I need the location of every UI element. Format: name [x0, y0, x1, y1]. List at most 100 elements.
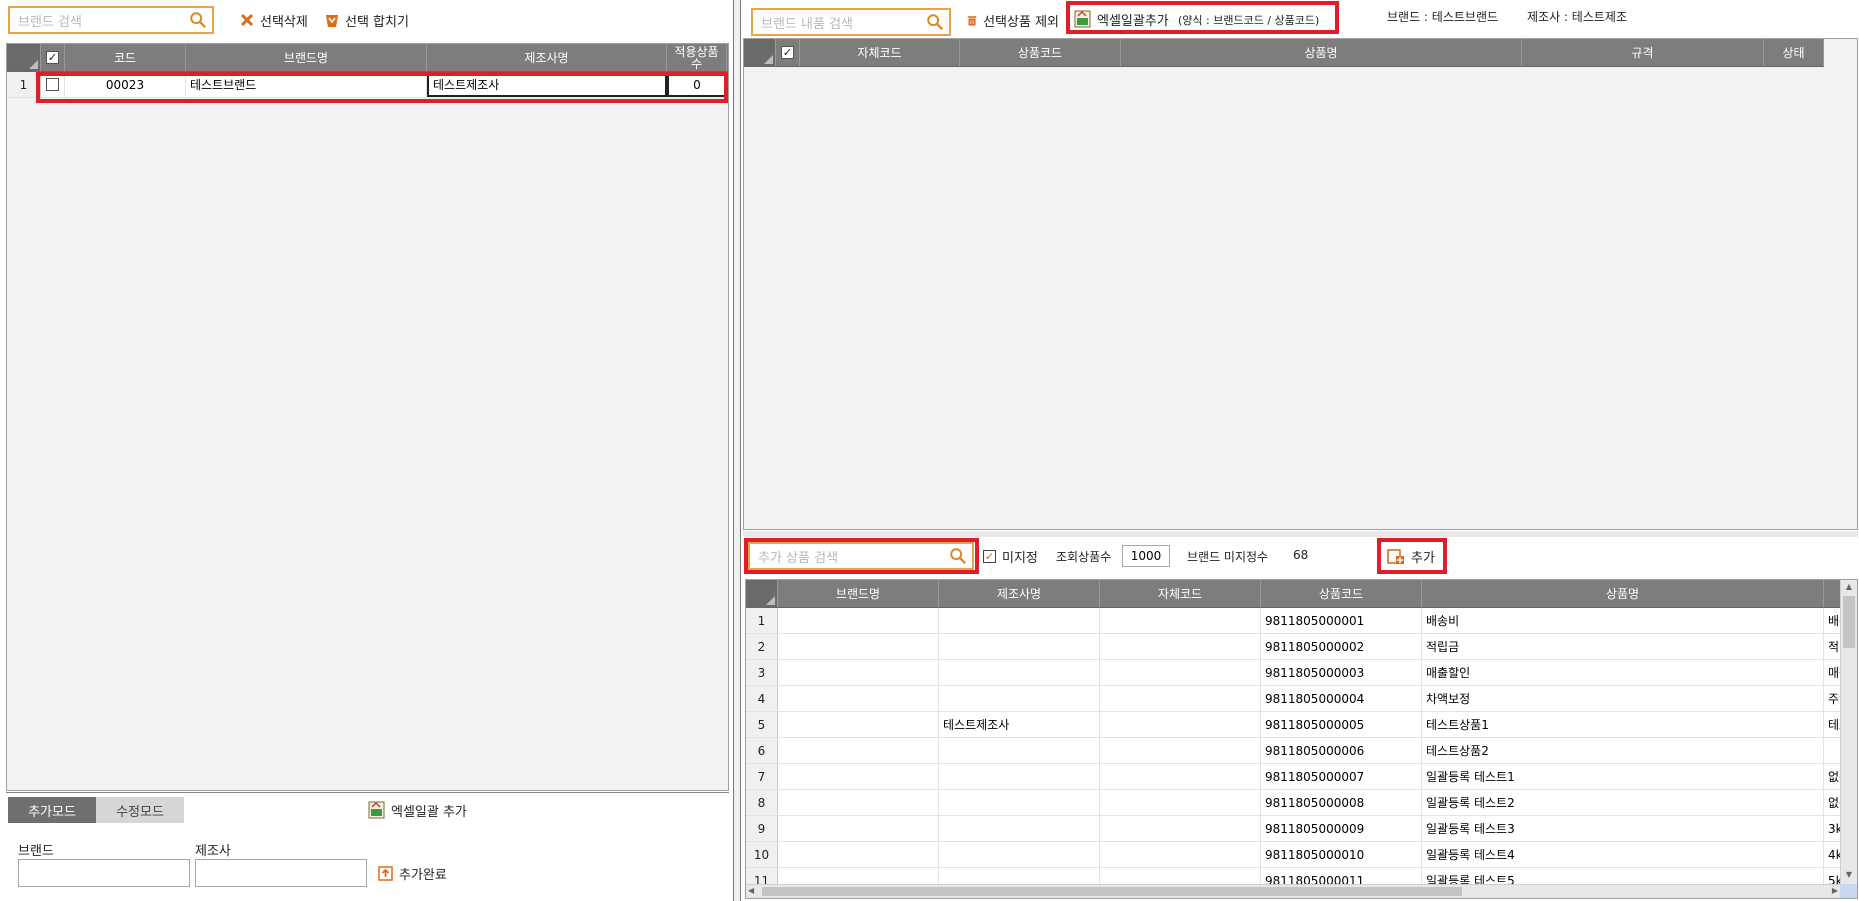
- add-button[interactable]: 추가: [1387, 545, 1435, 567]
- table-row[interactable]: 6 9811805000006 테스트상품2: [746, 738, 1857, 764]
- cell-maker-name[interactable]: [939, 660, 1100, 685]
- search-icon[interactable]: [189, 11, 207, 29]
- header-spec[interactable]: 규격: [1522, 39, 1764, 66]
- table-row[interactable]: 99811805000009일괄등록 테스트33kg: [746, 816, 1857, 842]
- add-complete-button[interactable]: 추가완료: [378, 862, 447, 884]
- merge-selected-button[interactable]: 선택 합치기: [325, 9, 409, 31]
- header-applied-count[interactable]: 적용상품수: [667, 44, 727, 71]
- cell-product-name[interactable]: 일괄등록 테스트3: [1422, 816, 1824, 841]
- cell-product-name[interactable]: 테스트상품1: [1422, 712, 1824, 737]
- cell-own-code[interactable]: [1100, 764, 1261, 789]
- cell-product-name[interactable]: 일괄등록 테스트1: [1422, 764, 1824, 789]
- cell-product-name[interactable]: 일괄등록 테스트4: [1422, 842, 1824, 867]
- unassigned-checkbox-toggle[interactable]: ✓ 미지정: [983, 545, 1038, 567]
- cell-brand-name[interactable]: [778, 686, 939, 711]
- cell-brand-name[interactable]: [778, 816, 939, 841]
- brand-search-input[interactable]: 브랜드 검색: [8, 6, 214, 34]
- select-all-checkbox-cell[interactable]: ✓: [41, 44, 65, 71]
- cell-maker-name[interactable]: [939, 816, 1100, 841]
- header-product-code[interactable]: 상품코드: [960, 39, 1121, 66]
- cell-applied-count[interactable]: 0: [667, 72, 727, 97]
- tab-edit-mode[interactable]: 수정모드: [96, 797, 184, 823]
- cell-brand-name[interactable]: [778, 608, 939, 633]
- cell-maker-name[interactable]: 테스트제조사: [427, 72, 667, 97]
- cell-maker-name[interactable]: [939, 764, 1100, 789]
- cell-product-name[interactable]: 적립금: [1422, 634, 1824, 659]
- cell-product-code[interactable]: 9811805000005: [1261, 712, 1422, 737]
- excel-bulk-add-products-button[interactable]: 엑셀일괄추가: [1074, 8, 1169, 30]
- select-all-checkbox[interactable]: ✓: [46, 51, 59, 64]
- row-checkbox[interactable]: [46, 78, 59, 91]
- brand-products-search-input[interactable]: 브랜드 내품 검색: [751, 8, 951, 36]
- query-count-input[interactable]: 1000: [1122, 545, 1170, 567]
- vertical-scroll-thumb[interactable]: [1843, 596, 1855, 648]
- maker-field[interactable]: [195, 859, 367, 887]
- excel-bulk-add-button[interactable]: 엑셀일괄 추가: [368, 799, 467, 821]
- header-status[interactable]: 상태: [1764, 39, 1824, 66]
- header-maker-name[interactable]: 제조사명: [427, 44, 667, 71]
- tab-add-mode[interactable]: 추가모드: [8, 797, 96, 823]
- cell-product-name[interactable]: 테스트상품2: [1422, 738, 1824, 763]
- table-row[interactable]: 39811805000003매출할인매출: [746, 660, 1857, 686]
- select-all-checkbox-cell[interactable]: ✓: [776, 39, 800, 66]
- cell-maker-name[interactable]: [939, 842, 1100, 867]
- cell-own-code[interactable]: [1100, 790, 1261, 815]
- cell-product-name[interactable]: 일괄등록 테스트2: [1422, 790, 1824, 815]
- cell-maker-name[interactable]: [939, 790, 1100, 815]
- table-row[interactable]: 29811805000002적립금적립: [746, 634, 1857, 660]
- cell-product-code[interactable]: 9811805000001: [1261, 608, 1422, 633]
- table-row[interactable]: 1 00023 테스트브랜드 테스트제조사 0: [7, 72, 728, 98]
- table-row[interactable]: 5테스트제조사9811805000005테스트상품1테스: [746, 712, 1857, 738]
- brand-field[interactable]: [18, 859, 190, 887]
- table-row[interactable]: 89811805000008일괄등록 테스트2없음: [746, 790, 1857, 816]
- cell-maker-name[interactable]: 테스트제조사: [939, 712, 1100, 737]
- cell-own-code[interactable]: [1100, 842, 1261, 867]
- header-brand-name[interactable]: 브랜드명: [778, 580, 939, 607]
- cell-maker-name[interactable]: [939, 738, 1100, 763]
- cell-product-code[interactable]: 9811805000008: [1261, 790, 1422, 815]
- header-brand-name[interactable]: 브랜드명: [186, 44, 427, 71]
- unassigned-checkbox[interactable]: ✓: [983, 549, 996, 563]
- header-own-code[interactable]: 자체코드: [1100, 580, 1261, 607]
- cell-product-code[interactable]: 9811805000004: [1261, 686, 1422, 711]
- cell-product-code[interactable]: 9811805000006: [1261, 738, 1422, 763]
- header-product-code[interactable]: 상품코드: [1261, 580, 1422, 607]
- cell-product-code[interactable]: 9811805000003: [1261, 660, 1422, 685]
- cell-maker-name[interactable]: [939, 608, 1100, 633]
- cell-product-code[interactable]: 9811805000002: [1261, 634, 1422, 659]
- add-products-search-input[interactable]: 추가 상품 검색: [748, 542, 974, 570]
- table-row[interactable]: 79811805000007일괄등록 테스트1없음: [746, 764, 1857, 790]
- cell-brand-name[interactable]: [778, 712, 939, 737]
- scroll-right-arrow-icon[interactable]: ▶: [1832, 886, 1838, 895]
- cell-own-code[interactable]: [1100, 686, 1261, 711]
- cell-product-name[interactable]: 차액보정: [1422, 686, 1824, 711]
- cell-product-code[interactable]: 9811805000009: [1261, 816, 1422, 841]
- table-row[interactable]: 109811805000010일괄등록 테스트44kg: [746, 842, 1857, 868]
- cell-maker-name[interactable]: [939, 686, 1100, 711]
- horizontal-scrollbar[interactable]: ◀ ▶: [746, 884, 1840, 898]
- cell-brand-name[interactable]: [778, 634, 939, 659]
- cell-own-code[interactable]: [1100, 816, 1261, 841]
- cell-brand-name[interactable]: 테스트브랜드: [186, 72, 427, 97]
- cell-product-code[interactable]: 9811805000007: [1261, 764, 1422, 789]
- header-product-name[interactable]: 상품명: [1121, 39, 1522, 66]
- cell-brand-name[interactable]: [778, 790, 939, 815]
- cell-own-code[interactable]: [1100, 712, 1261, 737]
- cell-code[interactable]: 00023: [65, 72, 186, 97]
- cell-brand-name[interactable]: [778, 738, 939, 763]
- exclude-selected-button[interactable]: 선택상품 제외: [967, 9, 1059, 31]
- table-row[interactable]: 19811805000001배송비배송: [746, 608, 1857, 634]
- cell-brand-name[interactable]: [778, 660, 939, 685]
- table-row[interactable]: 49811805000004차액보정주역: [746, 686, 1857, 712]
- cell-own-code[interactable]: [1100, 738, 1261, 763]
- vertical-splitter[interactable]: [743, 531, 1858, 537]
- cell-maker-name[interactable]: [939, 634, 1100, 659]
- cell-brand-name[interactable]: [778, 764, 939, 789]
- horizontal-scroll-thumb[interactable]: [762, 887, 1462, 896]
- scroll-down-arrow-icon[interactable]: ▼: [1843, 870, 1855, 882]
- header-code[interactable]: 코드: [65, 44, 186, 71]
- row-checkbox-cell[interactable]: [41, 72, 65, 97]
- cell-product-name[interactable]: 배송비: [1422, 608, 1824, 633]
- header-product-name[interactable]: 상품명: [1422, 580, 1824, 607]
- delete-selected-button[interactable]: 선택삭제: [240, 9, 308, 31]
